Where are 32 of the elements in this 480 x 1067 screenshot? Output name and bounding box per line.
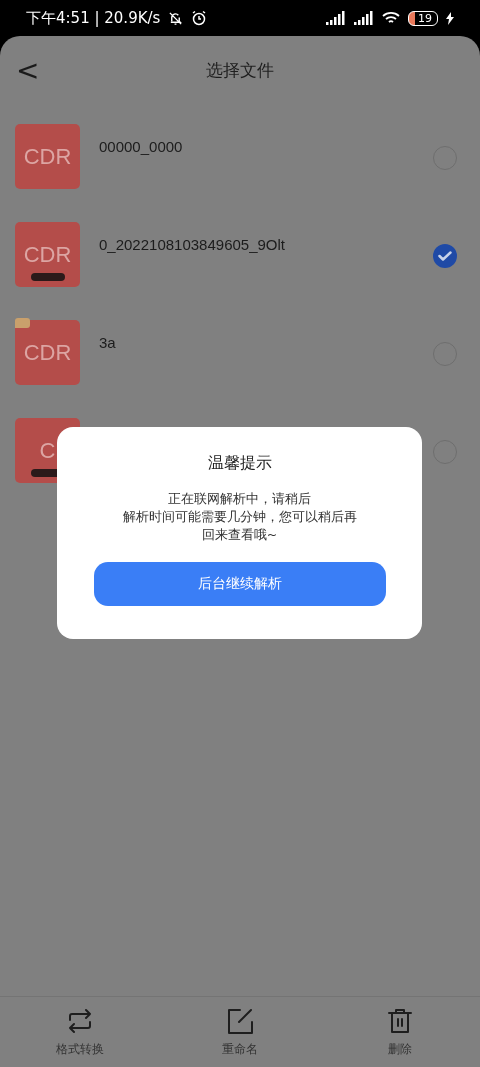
toolbar-button[interactable]: 重命名 bbox=[160, 997, 320, 1067]
file-type-label: CDR bbox=[23, 143, 72, 170]
status-tag bbox=[31, 273, 65, 281]
toolbar-button[interactable]: 格式转换 bbox=[0, 997, 160, 1067]
checked-radio[interactable] bbox=[433, 244, 457, 268]
trash-icon bbox=[386, 1007, 414, 1035]
repeat-icon bbox=[66, 1007, 94, 1035]
battery-level: 19 bbox=[408, 10, 438, 26]
dialog-message-line: 解析时间可能需要几分钟，您可以稍后再 bbox=[122, 508, 357, 526]
continue-button[interactable]: 后台继续解析 bbox=[93, 562, 386, 606]
signal-icon bbox=[354, 11, 374, 25]
page-title: 选择文件 bbox=[206, 58, 274, 82]
back-button[interactable]: < bbox=[12, 54, 44, 87]
signal-icon bbox=[326, 11, 346, 25]
check-icon bbox=[438, 251, 452, 261]
edit-icon bbox=[226, 1007, 254, 1035]
wifi-icon bbox=[382, 11, 400, 25]
file-type-label: C bbox=[39, 437, 56, 464]
alarm-icon bbox=[191, 10, 208, 26]
file-type-label: CDR bbox=[23, 339, 72, 366]
file-name: 3a bbox=[99, 334, 117, 351]
status-text: 下午4:51 | 20.9K/s bbox=[26, 8, 161, 28]
dialog-title: 温馨提示 bbox=[207, 453, 272, 474]
file-name: 0_2022108103849605_9Olt bbox=[99, 236, 286, 253]
file-name: 00000_0000 bbox=[99, 138, 184, 155]
dialog-message-line: 正在联网解析中，请稍后 bbox=[168, 490, 311, 508]
dialog-message-line: 回来查看哦~ bbox=[201, 526, 278, 544]
lightning-icon bbox=[446, 11, 454, 25]
vip-tag bbox=[15, 318, 30, 328]
toolbar-button[interactable]: 删除 bbox=[320, 997, 480, 1067]
bell-off-icon bbox=[168, 10, 184, 26]
file-type-label: CDR bbox=[23, 241, 72, 268]
